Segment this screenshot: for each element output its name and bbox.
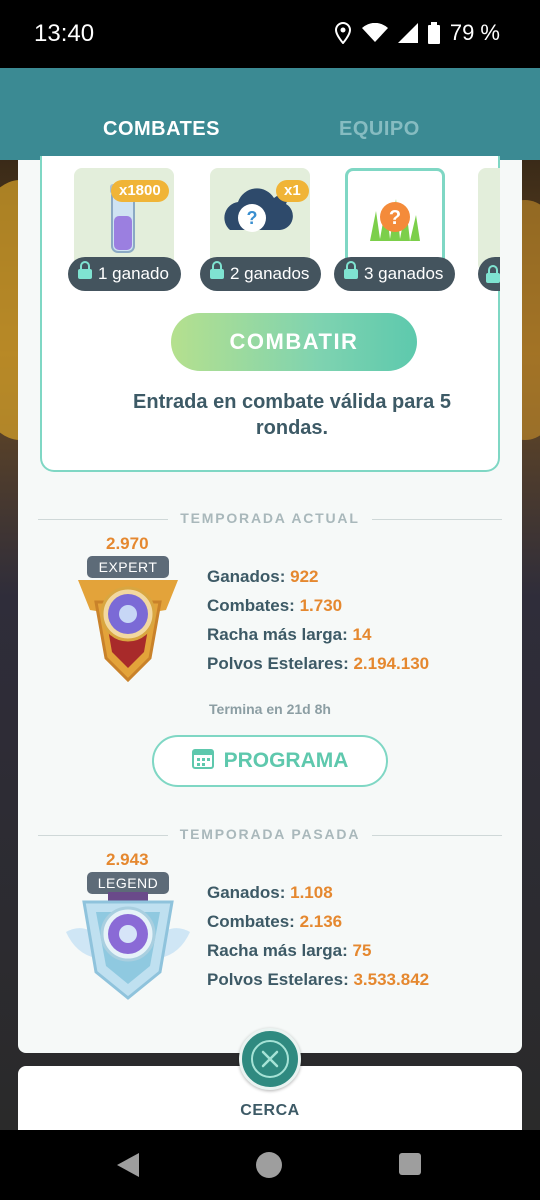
system-navigation-bar [0,1130,540,1200]
reward-lock-pill: 1 ganado [68,257,181,291]
stat-row: Racha más larga: 75 [207,941,372,960]
reward-lock-pill: 3 ganados [334,257,456,291]
stat-row: Polvos Estelares: 2.194.130 [207,654,430,673]
back-icon[interactable] [117,1153,139,1182]
current-season-rating: 2.970 [106,534,149,553]
lock-icon [210,257,224,291]
stat-row: Ganados: 1.108 [207,883,333,902]
lock-icon [344,257,358,291]
stat-row: Combates: 2.136 [207,912,343,931]
svg-text:?: ? [247,208,258,228]
tab-combates[interactable]: COMBATES [103,118,220,141]
stat-row: Ganados: 922 [207,567,319,586]
battery-percent: 79 % [449,20,500,45]
location-icon [334,22,352,44]
current-season-title: TEMPORADA ACTUAL [180,510,360,526]
reward-count-badge: x1 [276,180,309,202]
combat-button[interactable]: COMBATIR [171,313,417,371]
schedule-button[interactable]: PROGRAMA [152,735,388,787]
current-rank-badge: EXPERT [87,556,169,578]
close-label: CERCA [240,1102,300,1119]
lock-icon [486,265,500,283]
battery-icon [427,22,440,44]
calendar-icon [191,747,214,775]
signal-icon [397,23,418,43]
status-bar: 13:40 79 % [0,0,540,68]
legend-rank-medal-icon [66,892,190,1000]
lock-icon [78,257,92,291]
current-season-stats: Ganados: 922 Combates: 1.730 Racha más l… [207,562,429,678]
reward-label: 2 ganados [230,264,310,283]
reward-lock-pill: 2 ganados [200,257,322,291]
reward-item-clipped[interactable] [478,168,500,298]
stat-row: Polvos Estelares: 3.533.842 [207,970,430,989]
tab-equipo[interactable]: EQUIPO [339,118,420,141]
past-season-stats: Ganados: 1.108 Combates: 2.136 Racha más… [207,878,429,994]
battle-panel: x1800 1 ganado ? x1 2 ganados ? 3 ganado… [18,156,522,1053]
stat-row: Racha más larga: 14 [207,625,372,644]
expert-rank-medal-icon [78,580,178,683]
mystery-encounter-icon: ? [370,199,420,241]
status-time: 13:40 [34,20,95,47]
reward-count-badge: x1800 [111,180,169,202]
stat-row: Combates: 1.730 [207,596,343,615]
header-tabs: COMBATES EQUIPO [0,68,540,160]
entry-description: Entrada en combate válida para 5 rondas. [133,391,451,439]
battle-entry-box: x1800 1 ganado ? x1 2 ganados ? 3 ganado… [40,156,500,472]
season-end-countdown: Termina en 21d 8h [209,701,331,717]
recent-apps-icon[interactable] [399,1153,421,1175]
close-button[interactable] [239,1028,301,1090]
svg-text:?: ? [389,207,401,229]
wifi-icon [361,23,388,43]
reward-label: 1 ganado [98,264,169,283]
status-icons: 79 % [334,20,500,46]
past-rank-badge: LEGEND [87,872,169,894]
current-season-divider: TEMPORADA ACTUAL [38,510,502,530]
schedule-label: PROGRAMA [223,749,349,772]
past-season-title: TEMPORADA PASADA [179,826,361,842]
past-season-divider: TEMPORADA PASADA [38,826,502,846]
close-icon [251,1040,289,1078]
reward-label: 3 ganados [364,264,444,283]
past-season-rating: 2.943 [106,850,149,869]
home-icon[interactable] [256,1152,282,1178]
